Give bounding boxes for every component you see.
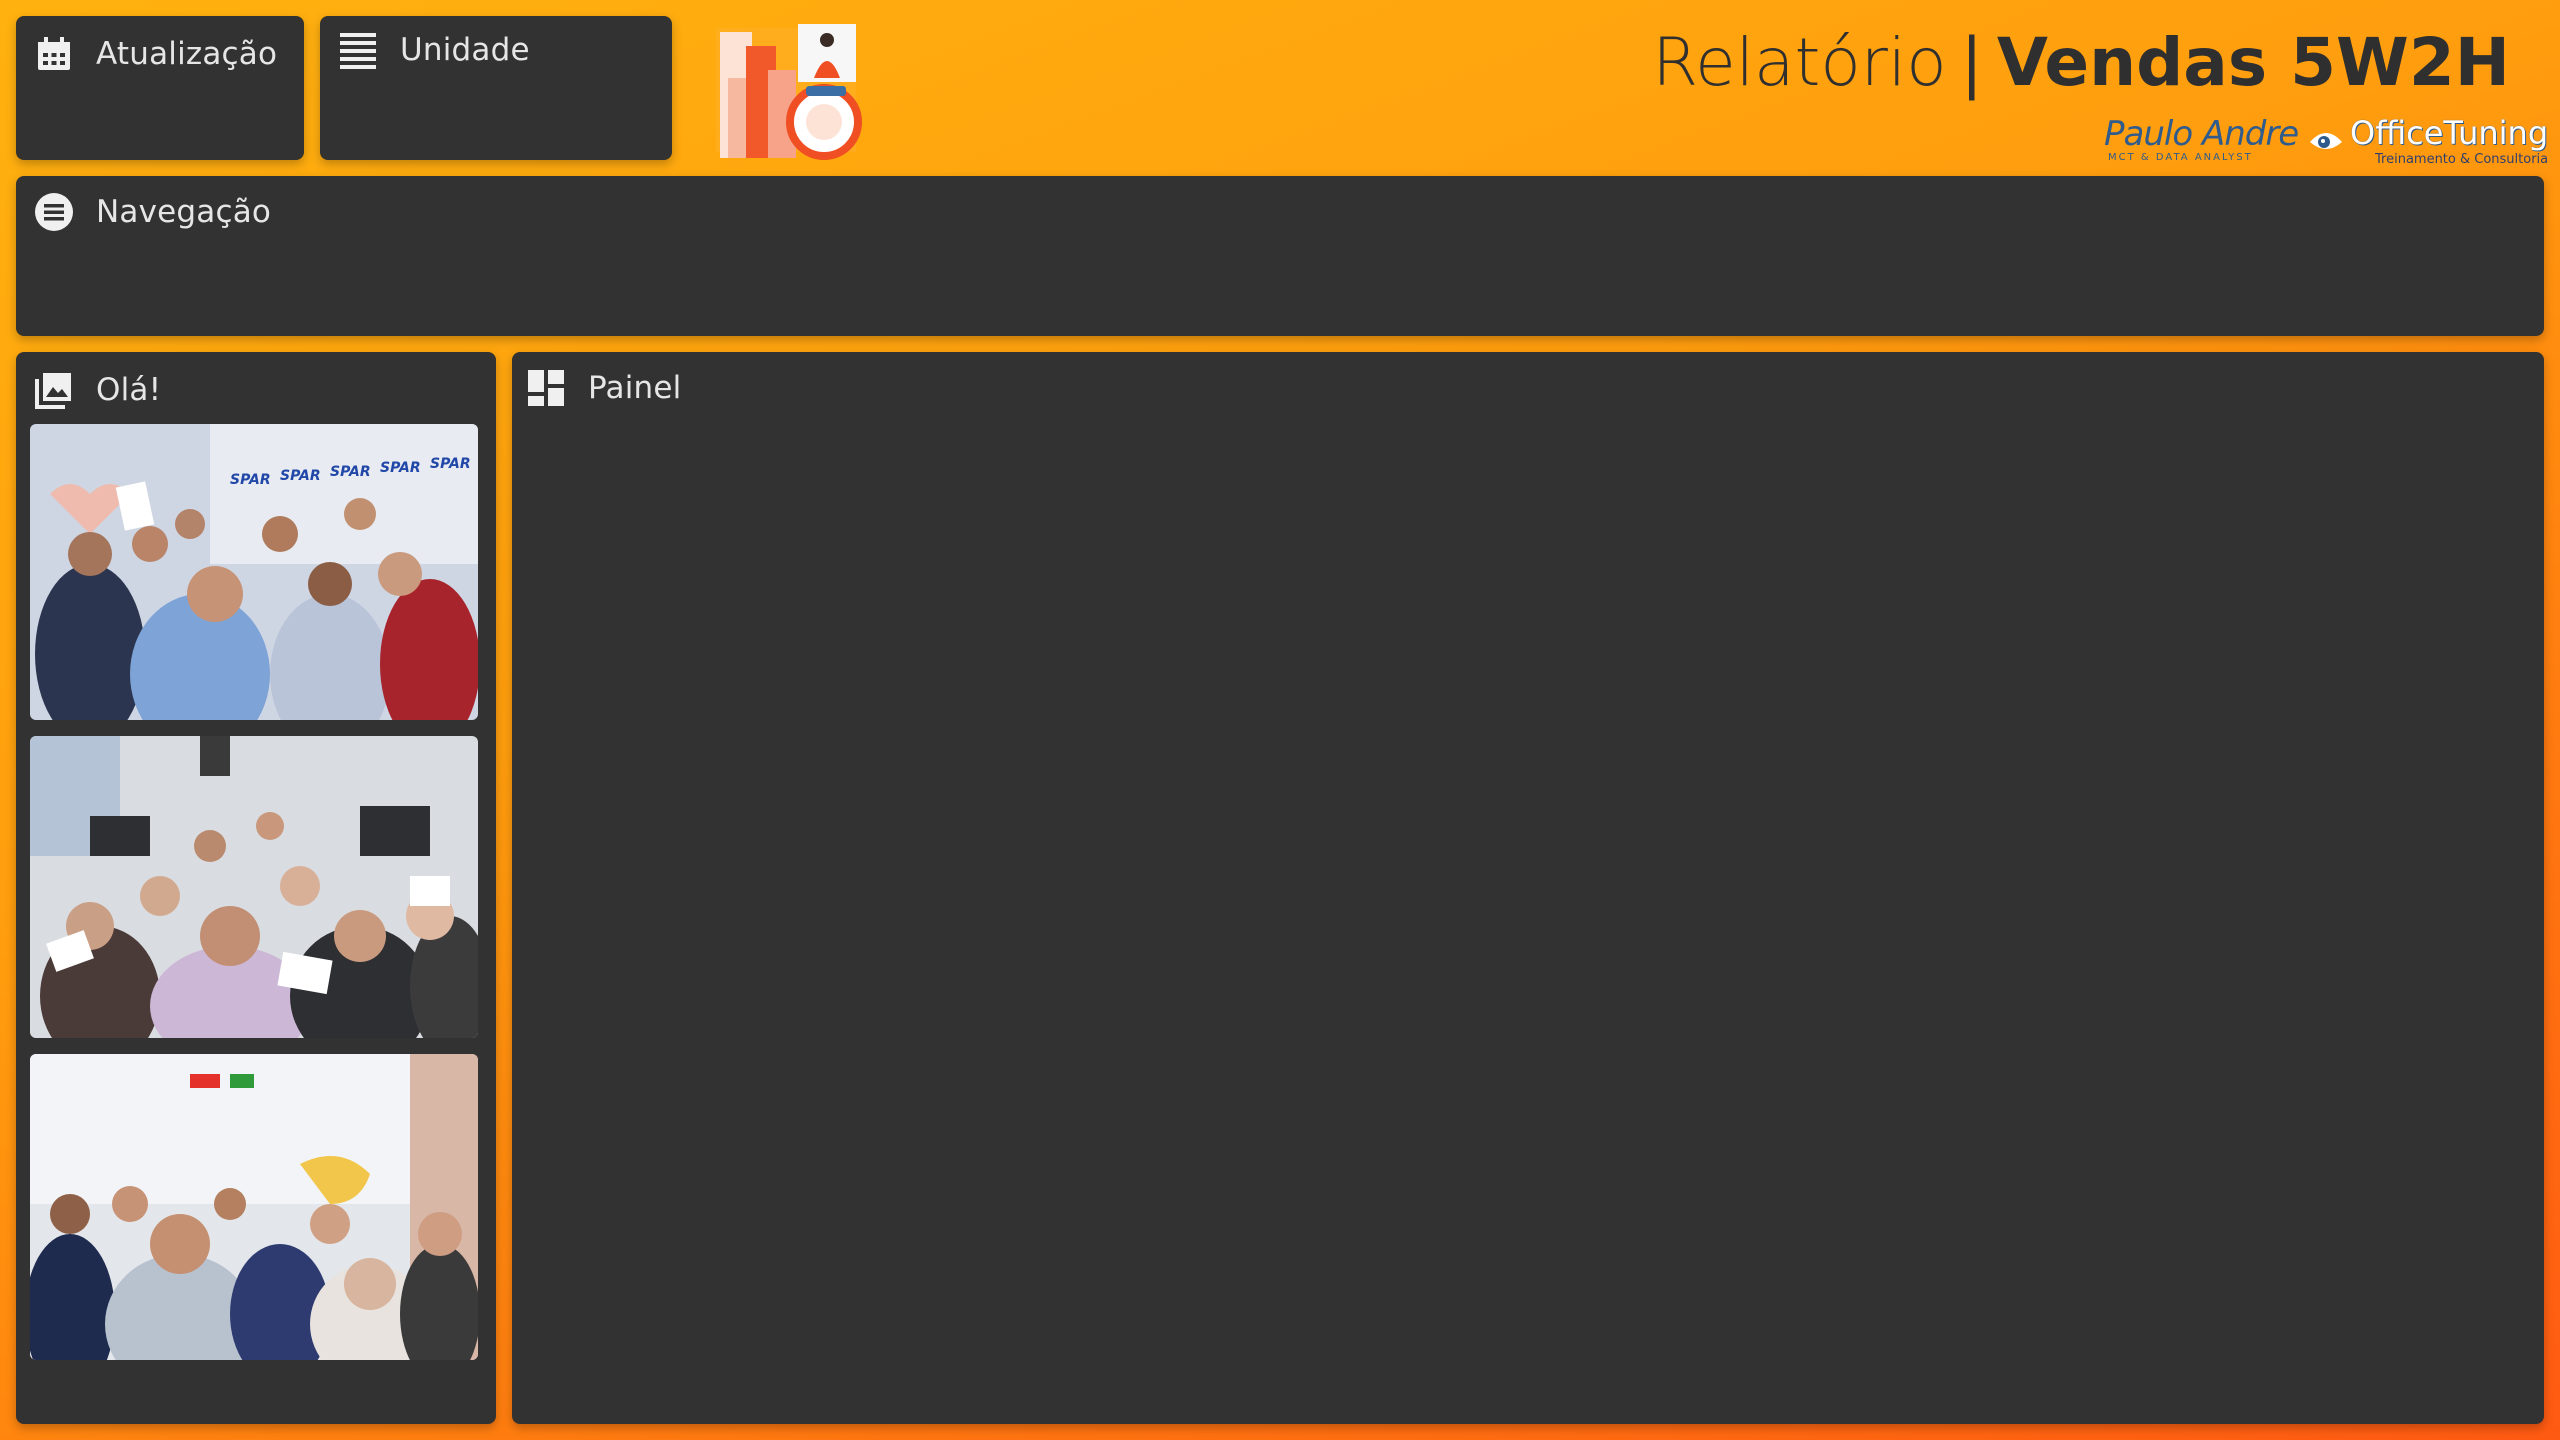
atualizacao-label: Atualização bbox=[96, 36, 278, 72]
dashboard-icon bbox=[528, 370, 564, 406]
title-light: Relatório bbox=[1652, 24, 1947, 101]
ola-label: Olá! bbox=[96, 372, 162, 408]
signature-name: Paulo Andre bbox=[2104, 114, 2299, 154]
painel-card: Painel bbox=[512, 352, 2544, 1424]
image-gallery-icon bbox=[35, 373, 71, 409]
title-separator: | bbox=[1960, 24, 1983, 101]
unidade-card[interactable]: Unidade bbox=[320, 16, 672, 160]
svg-text:SPAR: SPAR bbox=[230, 472, 271, 488]
calendar-icon bbox=[38, 37, 70, 70]
brand-logo: OfficeTuning Treinamento & Consultoria bbox=[2308, 114, 2549, 167]
navegacao-card[interactable]: Navegação bbox=[16, 176, 2544, 336]
brand-name: OfficeTuning bbox=[2350, 114, 2549, 152]
svg-text:SPAR: SPAR bbox=[280, 468, 321, 484]
title-bold: Vendas 5W2H bbox=[1996, 24, 2510, 101]
brand-subtitle: Treinamento & Consultoria bbox=[2375, 152, 2549, 167]
report-title: Relatório | Vendas 5W2H bbox=[1652, 24, 2510, 101]
report-logo-illustration bbox=[716, 24, 862, 160]
atualizacao-card[interactable]: Atualização bbox=[16, 16, 304, 160]
signature-subtitle: MCT & DATA ANALYST bbox=[2108, 152, 2253, 163]
menu-circle-icon bbox=[35, 193, 73, 231]
group-photo-2 bbox=[30, 736, 478, 1038]
signature-logo: Paulo Andre MCT & DATA ANALYST bbox=[2104, 114, 2299, 163]
svg-text:SPAR: SPAR bbox=[380, 460, 421, 476]
unidade-label: Unidade bbox=[400, 32, 530, 68]
group-photo-1: SPAR SPAR SPAR SPAR SPAR bbox=[30, 424, 478, 720]
group-photo-3 bbox=[30, 1054, 478, 1360]
svg-text:SPAR: SPAR bbox=[430, 456, 471, 472]
brand-eye-icon bbox=[2310, 132, 2342, 149]
painel-label: Painel bbox=[588, 370, 682, 406]
list-lines-icon bbox=[340, 33, 376, 69]
navegacao-label: Navegação bbox=[96, 194, 272, 230]
svg-text:SPAR: SPAR bbox=[330, 464, 371, 480]
